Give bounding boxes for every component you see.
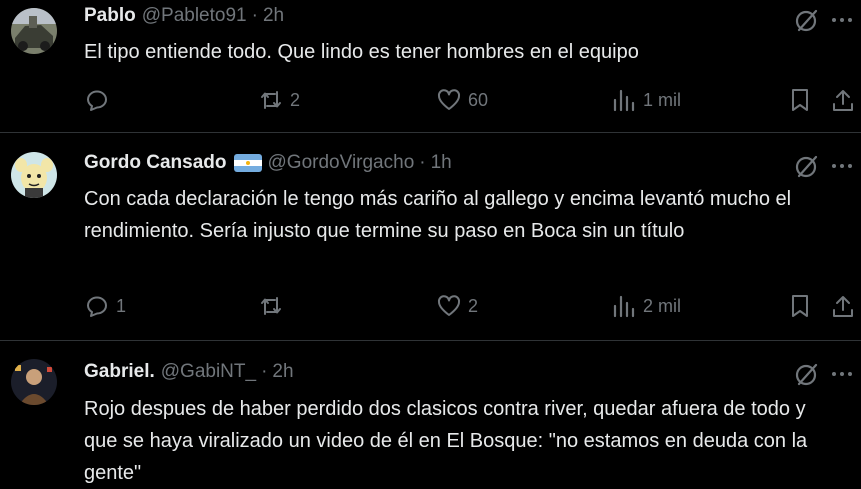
argentina-flag-icon bbox=[233, 154, 262, 172]
views-button[interactable]: 2 mil bbox=[611, 291, 681, 321]
share-icon bbox=[833, 90, 853, 111]
like-count: 60 bbox=[468, 89, 489, 110]
bookmark-button[interactable] bbox=[787, 85, 813, 115]
reply-icon bbox=[87, 296, 107, 317]
repost-count: 2 bbox=[290, 89, 301, 110]
avatar[interactable] bbox=[11, 152, 57, 198]
author-name[interactable]: Gabriel. bbox=[84, 361, 155, 383]
like-button[interactable]: 2 bbox=[436, 291, 478, 321]
timestamp[interactable]: 2h bbox=[263, 5, 284, 27]
tweet-header: Gabriel. @GabiNT_ · 2h bbox=[84, 361, 294, 383]
bookmark-icon bbox=[792, 295, 808, 317]
repost-icon bbox=[261, 91, 281, 109]
tweet-actions: 2 60 1 mil bbox=[84, 85, 861, 115]
author-name[interactable]: Pablo bbox=[84, 5, 136, 27]
avatar[interactable] bbox=[11, 8, 57, 54]
views-icon bbox=[613, 295, 635, 318]
repost-icon bbox=[261, 297, 281, 315]
timeline-feed: Pablo @Pableto91 · 2h El tipo entiende t… bbox=[0, 0, 861, 489]
share-button[interactable] bbox=[830, 291, 856, 321]
reply-button[interactable] bbox=[84, 85, 116, 115]
timestamp[interactable]: 1h bbox=[431, 152, 452, 174]
tweet-text: Con cada declaración le tengo más cariño… bbox=[84, 188, 792, 242]
tweet-text: El tipo entiende todo. Que lindo es tene… bbox=[84, 41, 639, 63]
avatar[interactable] bbox=[11, 359, 57, 405]
reply-count: 1 bbox=[116, 295, 127, 316]
bookmark-icon bbox=[792, 89, 808, 111]
tweet[interactable]: Pablo @Pableto91 · 2h El tipo entiende t… bbox=[0, 0, 861, 133]
reply-icon bbox=[87, 90, 107, 111]
tweet[interactable]: Gabriel. @GabiNT_ · 2h Rojo despues de h… bbox=[0, 341, 861, 489]
more-icon[interactable] bbox=[829, 153, 855, 179]
like-icon bbox=[437, 295, 461, 316]
separator-dot: · bbox=[261, 361, 268, 382]
tweet-actions: 1 2 2 mil bbox=[84, 291, 861, 321]
repost-button[interactable] bbox=[258, 291, 290, 321]
tweet-header: Pablo @Pableto91 · 2h bbox=[84, 5, 284, 27]
more-icon[interactable] bbox=[829, 7, 855, 33]
grok-icon[interactable] bbox=[793, 6, 821, 34]
separator-dot: · bbox=[419, 152, 426, 173]
tweet[interactable]: Gordo Cansado @GordoVirgacho · 1h Con ca… bbox=[0, 133, 861, 341]
author-handle[interactable]: @GordoVirgacho bbox=[268, 152, 415, 174]
author-handle[interactable]: @Pableto91 bbox=[142, 5, 247, 27]
share-icon bbox=[833, 296, 853, 317]
bookmark-button[interactable] bbox=[787, 291, 813, 321]
grok-icon[interactable] bbox=[793, 360, 821, 388]
views-icon bbox=[613, 89, 635, 112]
reply-button[interactable]: 1 bbox=[84, 291, 126, 321]
author-name[interactable]: Gordo Cansado bbox=[84, 152, 227, 174]
share-button[interactable] bbox=[830, 85, 856, 115]
grok-icon[interactable] bbox=[793, 152, 821, 180]
tweet-header: Gordo Cansado @GordoVirgacho · 1h bbox=[84, 152, 452, 174]
repost-button[interactable]: 2 bbox=[258, 85, 300, 115]
views-count: 2 mil bbox=[643, 295, 682, 316]
tweet-text: Rojo despues de haber perdido dos clasic… bbox=[84, 398, 808, 484]
like-count: 2 bbox=[468, 295, 479, 316]
timestamp[interactable]: 2h bbox=[272, 361, 293, 383]
author-handle[interactable]: @GabiNT_ bbox=[161, 361, 256, 383]
like-icon bbox=[437, 89, 461, 110]
views-button[interactable]: 1 mil bbox=[611, 85, 681, 115]
separator-dot: · bbox=[251, 5, 258, 26]
views-count: 1 mil bbox=[643, 89, 682, 110]
like-button[interactable]: 60 bbox=[436, 85, 488, 115]
more-icon[interactable] bbox=[829, 361, 855, 387]
